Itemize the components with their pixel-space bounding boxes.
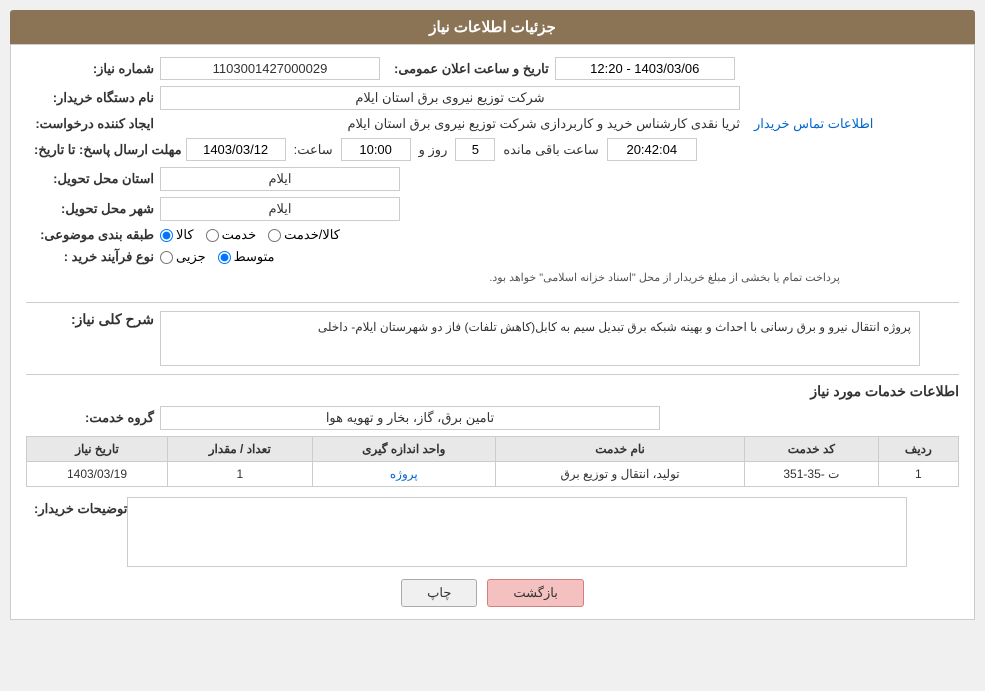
category-khidmat-radio[interactable] xyxy=(206,229,219,242)
category-label: طبقه بندی موضوعی: xyxy=(34,227,154,243)
remaining-label: ساعت باقی مانده xyxy=(503,142,598,158)
col-unit: واحد اندازه گیری xyxy=(312,437,495,462)
need-number-label: شماره نیاز: xyxy=(34,61,154,77)
services-table: ردیف کد خدمت نام خدمت واحد اندازه گیری ت… xyxy=(26,436,959,487)
process-row: متوسط جزیی پرداخت تمام یا بخشی از مبلغ خ… xyxy=(26,249,959,294)
province-label: استان محل تحویل: xyxy=(34,171,154,187)
services-title: اطلاعات خدمات مورد نیاز xyxy=(26,383,959,400)
city-label: شهر محل تحویل: xyxy=(34,201,154,217)
buttons-row: بازگشت چاپ xyxy=(26,579,959,607)
creator-label: ایجاد کننده درخواست: xyxy=(34,116,154,132)
category-khidmat[interactable]: خدمت xyxy=(206,227,257,243)
category-kala-khidmat[interactable]: کالا/خدمت xyxy=(268,227,340,243)
time-label: ساعت: xyxy=(294,142,333,158)
col-quantity: تعداد / مقدار xyxy=(168,437,313,462)
divider-2 xyxy=(26,374,959,375)
page-wrapper: جزئیات اطلاعات نیاز 1403/03/06 - 12:20 ت… xyxy=(0,0,985,691)
description-row: پروژه انتقال نیرو و برق رسانی با احداث و… xyxy=(26,311,959,366)
creator-value: ثریا نقدی کارشناس خرید و کاربردازی شرکت … xyxy=(160,116,740,132)
service-group-label: گروه خدمت: xyxy=(34,410,154,426)
comments-section: توضیحات خریدار: xyxy=(26,497,959,567)
khidmat-label: خدمت xyxy=(222,227,257,243)
mutawaset-label: متوسط xyxy=(234,249,275,265)
kala-khidmat-label: کالا/خدمت xyxy=(284,227,340,243)
col-row: ردیف xyxy=(878,437,958,462)
deadline-time-value: 10:00 xyxy=(341,138,411,161)
process-radio-group: متوسط جزیی xyxy=(160,249,275,265)
day-label: روز و xyxy=(419,142,448,158)
requester-row: شرکت توزیع نیروی برق استان ایلام نام دست… xyxy=(26,86,959,110)
category-kala[interactable]: کالا xyxy=(160,227,194,243)
process-mutawaset-radio[interactable] xyxy=(218,251,231,264)
deadline-day-value: 5 xyxy=(455,138,495,161)
remaining-time: 20:42:04 xyxy=(607,138,697,161)
category-kala-radio[interactable] xyxy=(160,229,173,242)
deadline-date-value: 1403/03/12 xyxy=(186,138,286,161)
comments-label: توضیحات خریدار: xyxy=(34,497,127,517)
city-row: ایلام شهر محل تحویل: xyxy=(26,197,959,221)
process-mutawaset[interactable]: متوسط xyxy=(218,249,275,265)
need-number-value: 1103001427000029 xyxy=(160,57,380,80)
divider-1 xyxy=(26,302,959,303)
category-row: کالا/خدمت خدمت کالا طبقه بندی موضوعی: xyxy=(26,227,959,243)
col-name: نام خدمت xyxy=(495,437,744,462)
province-row: ایلام استان محل تحویل: xyxy=(26,167,959,191)
back-button[interactable]: بازگشت xyxy=(487,579,583,607)
table-row: 1ت -35-351تولید، انتقال و توزیع برقپروژه… xyxy=(27,462,959,487)
juzii-label: جزیی xyxy=(176,249,206,265)
deadline-row: 20:42:04 ساعت باقی مانده 5 روز و 10:00 س… xyxy=(26,138,959,161)
service-group-value: تامین برق، گاز، بخار و تهویه هوا xyxy=(160,406,660,430)
print-button[interactable]: چاپ xyxy=(401,579,477,607)
category-radio-group: کالا/خدمت خدمت کالا xyxy=(160,227,340,243)
process-label: نوع فرآیند خرید : xyxy=(34,249,154,265)
creator-row: اطلاعات تماس خریدار ثریا نقدی کارشناس خر… xyxy=(26,116,959,132)
category-kala-khidmat-radio[interactable] xyxy=(268,229,281,242)
province-value: ایلام xyxy=(160,167,400,191)
service-group-row: تامین برق، گاز، بخار و تهویه هوا گروه خد… xyxy=(26,406,959,430)
process-note: پرداخت تمام یا بخشی از مبلغ خریدار از مح… xyxy=(160,269,840,286)
page-title: جزئیات اطلاعات نیاز xyxy=(10,10,975,44)
requester-label: نام دستگاه خریدار: xyxy=(34,90,154,106)
main-card: 1403/03/06 - 12:20 تاریخ و ساعت اعلان عم… xyxy=(10,44,975,620)
datetime-label: تاریخ و ساعت اعلان عمومی: xyxy=(394,61,549,77)
datetime-value: 1403/03/06 - 12:20 xyxy=(555,57,735,80)
description-content: پروژه انتقال نیرو و برق رسانی با احداث و… xyxy=(160,311,920,366)
deadline-label: مهلت ارسال پاسخ: تا تاریخ: xyxy=(34,142,182,158)
col-date: تاریخ نیاز xyxy=(27,437,168,462)
city-value: ایلام xyxy=(160,197,400,221)
creator-contact-link[interactable]: اطلاعات تماس خریدار xyxy=(754,116,873,132)
col-code: کد خدمت xyxy=(745,437,879,462)
need-number-row: 1403/03/06 - 12:20 تاریخ و ساعت اعلان عم… xyxy=(26,57,959,80)
process-juzii-radio[interactable] xyxy=(160,251,173,264)
kala-label: کالا xyxy=(176,227,194,243)
comments-textarea[interactable] xyxy=(127,497,907,567)
process-juzii[interactable]: جزیی xyxy=(160,249,206,265)
requester-value: شرکت توزیع نیروی برق استان ایلام xyxy=(160,86,740,110)
description-label: شرح کلی نیاز: xyxy=(34,311,154,328)
